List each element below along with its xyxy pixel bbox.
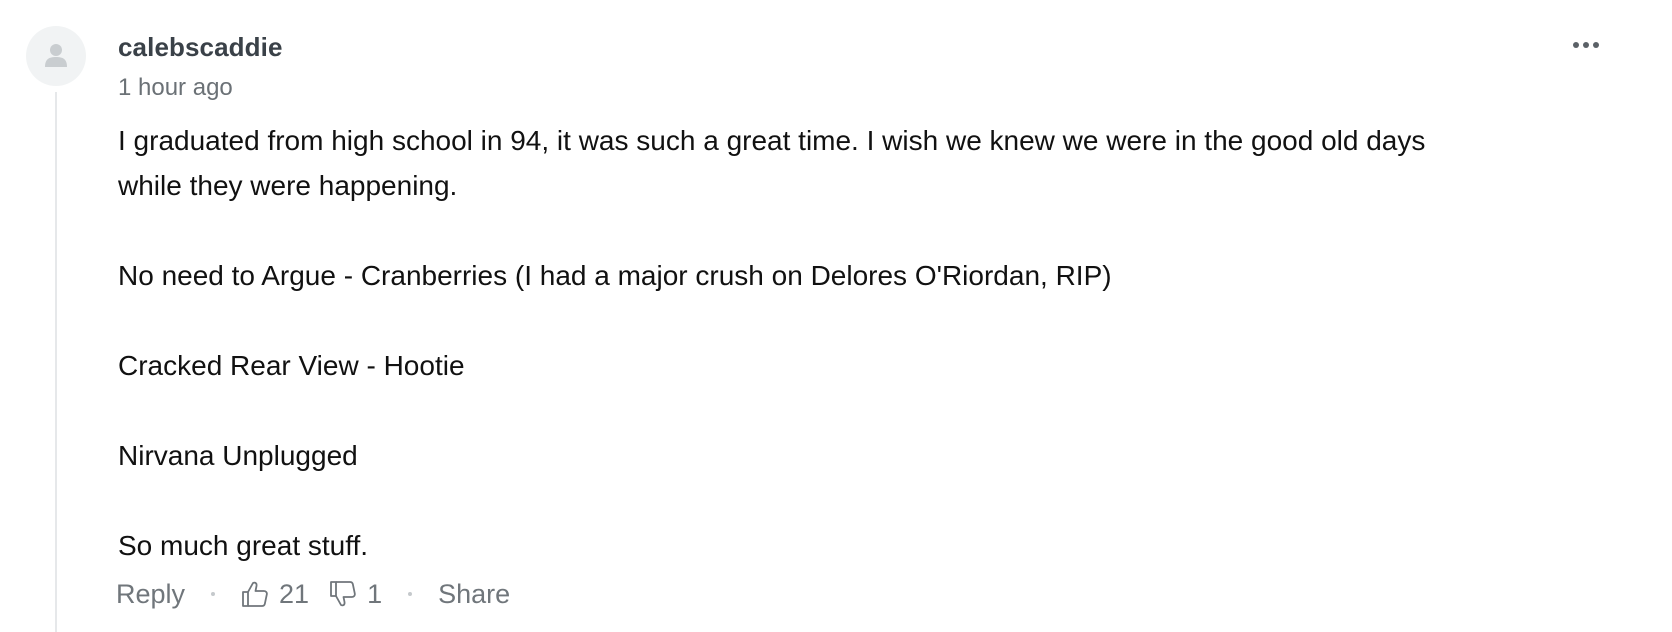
comment-actions: Reply 21 1 Share (116, 574, 510, 614)
more-options-button[interactable] (1572, 34, 1600, 56)
comment-paragraph: Nirvana Unplugged (118, 440, 358, 471)
reply-button[interactable]: Reply (116, 579, 185, 610)
comment-paragraph: No need to Argue - Cranberries (I had a … (118, 260, 1112, 291)
comment-body: I graduated from high school in 94, it w… (118, 118, 1478, 613)
avatar[interactable] (26, 26, 86, 86)
comment: calebscaddie 1 hour ago I graduated from… (0, 0, 1672, 632)
comment-author[interactable]: calebscaddie (118, 32, 283, 63)
thumbs-down-icon (330, 581, 356, 607)
separator-dot (211, 592, 216, 596)
upvote-count: 21 (279, 578, 310, 609)
downvote-count: 1 (367, 578, 383, 609)
comment-paragraph: So much great stuff. (118, 530, 369, 561)
share-button[interactable]: Share (438, 579, 510, 610)
comment-paragraph: I graduated from high school in 94, it w… (118, 125, 1426, 201)
thumbs-up-icon (242, 581, 268, 607)
upvote-button[interactable]: 21 (241, 579, 309, 610)
comment-paragraph: Cracked Rear View - Hootie (118, 350, 465, 381)
comment-timestamp[interactable]: 1 hour ago (118, 74, 233, 102)
downvote-button[interactable]: 1 (329, 579, 382, 610)
separator-dot (408, 592, 413, 596)
thread-line (55, 92, 57, 632)
user-silhouette-icon (45, 44, 67, 67)
more-horizontal-icon (1573, 42, 1599, 48)
